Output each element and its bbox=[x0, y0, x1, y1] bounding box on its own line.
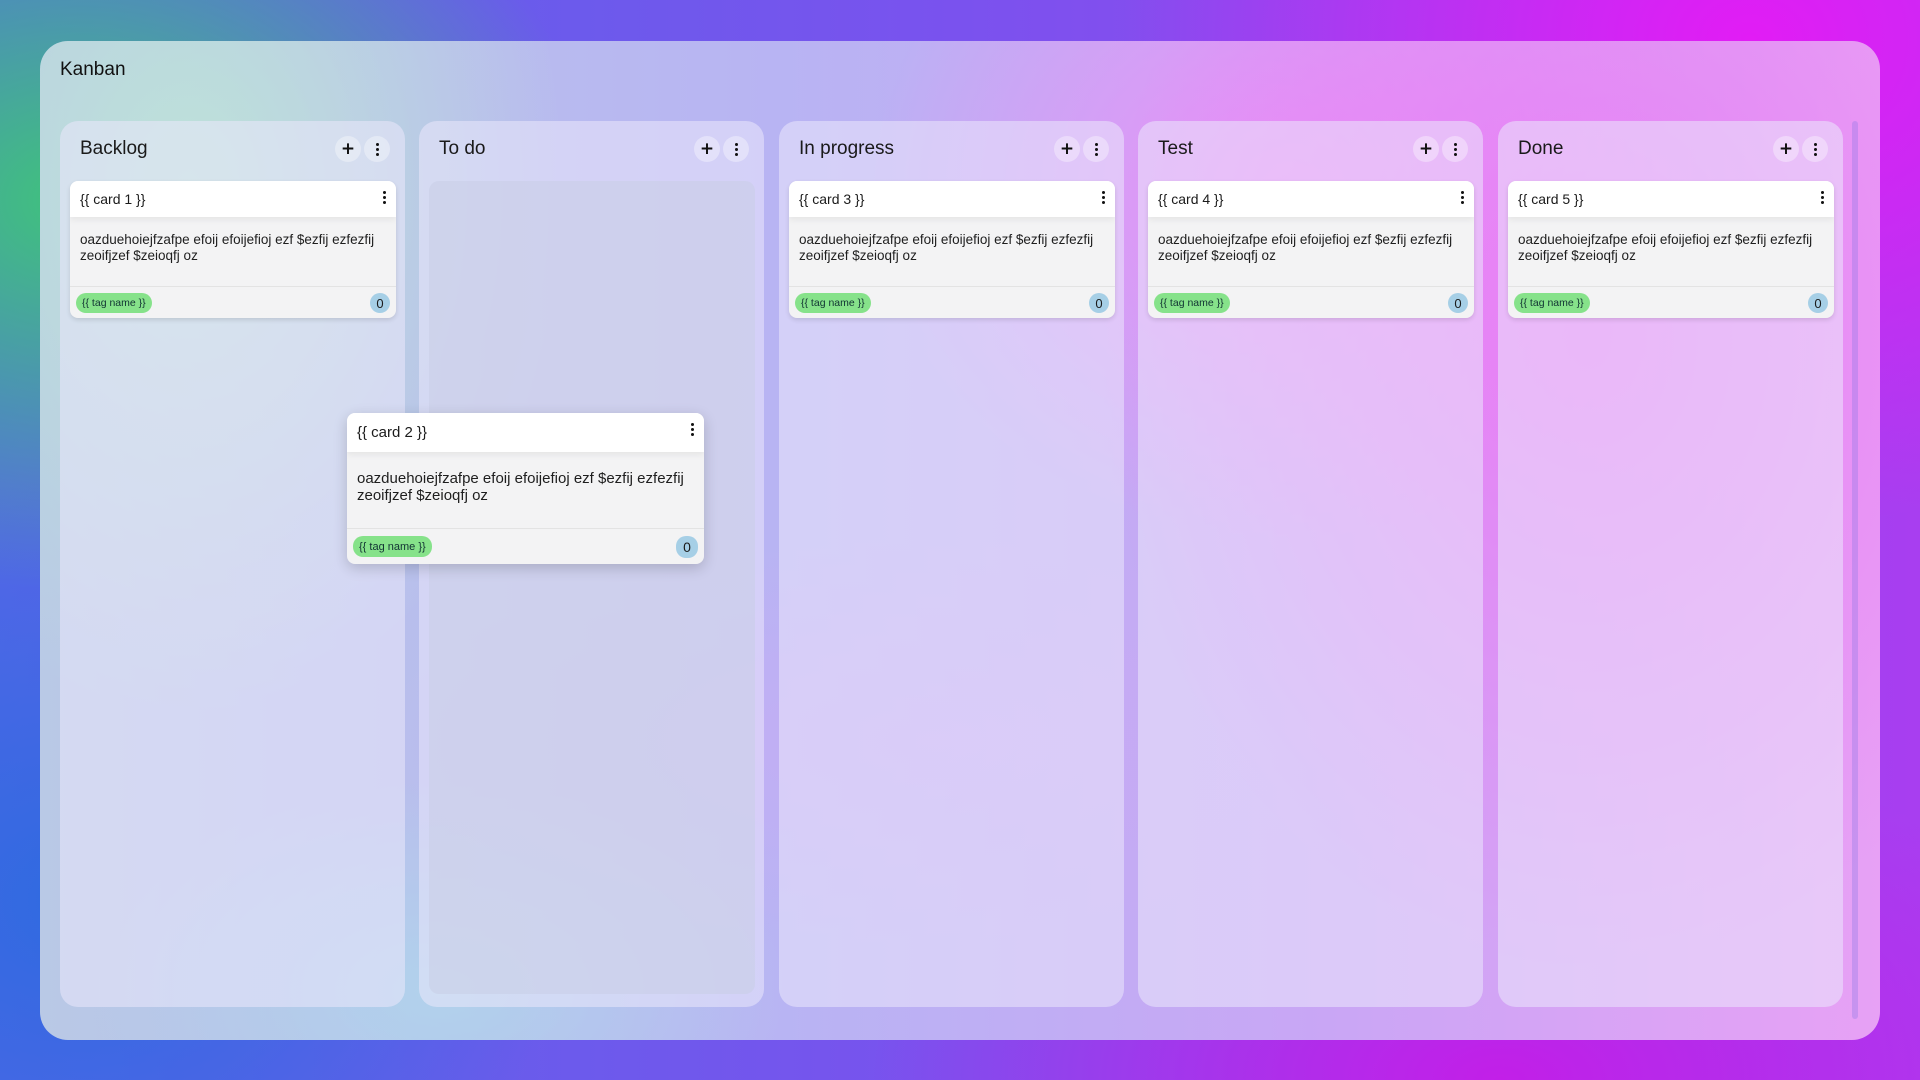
card[interactable]: {{ card 3 }} oazduehoiejfzafpe efoij efo… bbox=[789, 181, 1115, 318]
vertical-dots-icon bbox=[1453, 142, 1457, 156]
column-title: Backlog bbox=[80, 138, 148, 159]
vertical-dots-icon bbox=[375, 142, 379, 156]
plus-icon: + bbox=[1418, 138, 1434, 159]
count-badge: 0 bbox=[1089, 293, 1109, 313]
add-card-button[interactable]: + bbox=[1773, 136, 1799, 162]
count-badge: 0 bbox=[676, 536, 698, 558]
count-badge: 0 bbox=[370, 293, 390, 313]
column-todo: To do + bbox=[419, 121, 764, 1007]
tag-badge[interactable]: {{ tag name }} bbox=[353, 536, 432, 557]
card-title: {{ card 5 }} bbox=[1518, 191, 1584, 207]
card-description: oazduehoiejfzafpe efoij efoijefioj ezf $… bbox=[1508, 217, 1834, 287]
add-card-button[interactable]: + bbox=[694, 136, 720, 162]
board-title: Kanban bbox=[60, 59, 126, 80]
count-badge: 0 bbox=[1448, 293, 1468, 313]
card-menu-button[interactable] bbox=[1102, 191, 1105, 204]
column-menu-button[interactable] bbox=[1442, 136, 1468, 162]
column-menu-button[interactable] bbox=[364, 136, 390, 162]
vertical-dots-icon bbox=[1102, 191, 1105, 204]
vertical-dots-icon bbox=[734, 142, 738, 156]
vertical-dots-icon bbox=[691, 423, 694, 436]
add-card-button[interactable]: + bbox=[1054, 136, 1080, 162]
card-title: {{ card 3 }} bbox=[799, 191, 865, 207]
card-description: oazduehoiejfzafpe efoij efoijefioj ezf $… bbox=[1148, 217, 1474, 287]
card-menu-button[interactable] bbox=[691, 423, 694, 436]
column-menu-button[interactable] bbox=[1802, 136, 1828, 162]
tag-badge[interactable]: {{ tag name }} bbox=[1154, 293, 1230, 313]
column-title: To do bbox=[439, 138, 486, 159]
column-backlog: Backlog + {{ card 1 }} oazduehoiejfzafpe… bbox=[60, 121, 405, 1007]
vertical-dots-icon bbox=[1813, 142, 1817, 156]
horizontal-scrollbar[interactable] bbox=[1852, 121, 1858, 1019]
plus-icon: + bbox=[340, 138, 356, 159]
card[interactable]: {{ card 4 }} oazduehoiejfzafpe efoij efo… bbox=[1148, 181, 1474, 318]
card-description: oazduehoiejfzafpe efoij efoijefioj ezf $… bbox=[70, 217, 396, 287]
vertical-dots-icon bbox=[1461, 191, 1464, 204]
card-description: oazduehoiejfzafpe efoij efoijefioj ezf $… bbox=[789, 217, 1115, 287]
tag-badge[interactable]: {{ tag name }} bbox=[795, 293, 871, 313]
vertical-dots-icon bbox=[383, 191, 386, 204]
card-description: oazduehoiejfzafpe efoij efoijefioj ezf $… bbox=[347, 452, 704, 529]
count-badge: 0 bbox=[1808, 293, 1828, 313]
kanban-board: Kanban Backlog + {{ card 1 }} oazduehoie… bbox=[40, 41, 1880, 1040]
add-card-button[interactable]: + bbox=[1413, 136, 1439, 162]
column-title: In progress bbox=[799, 138, 895, 159]
card-menu-button[interactable] bbox=[1821, 191, 1824, 204]
card-menu-button[interactable] bbox=[383, 191, 386, 204]
card[interactable]: {{ card 5 }} oazduehoiejfzafpe efoij efo… bbox=[1508, 181, 1834, 318]
card[interactable]: {{ card 1 }} oazduehoiejfzafpe efoij efo… bbox=[70, 181, 396, 318]
plus-icon: + bbox=[1778, 138, 1794, 159]
column-menu-button[interactable] bbox=[1083, 136, 1109, 162]
card-title: {{ card 2 }} bbox=[357, 424, 428, 441]
tag-badge[interactable]: {{ tag name }} bbox=[1514, 293, 1590, 313]
plus-icon: + bbox=[1059, 138, 1075, 159]
drop-zone[interactable] bbox=[429, 181, 755, 994]
dragging-card[interactable]: {{ card 2 }} oazduehoiejfzafpe efoij efo… bbox=[347, 413, 704, 564]
add-card-button[interactable]: + bbox=[335, 136, 361, 162]
card-menu-button[interactable] bbox=[1461, 191, 1464, 204]
vertical-dots-icon bbox=[1821, 191, 1824, 204]
vertical-dots-icon bbox=[1094, 142, 1098, 156]
column-title: Done bbox=[1518, 138, 1564, 159]
column-done: Done + {{ card 5 }} oazduehoiejfzafpe ef… bbox=[1498, 121, 1843, 1007]
column-test: Test + {{ card 4 }} oazduehoiejfzafpe ef… bbox=[1138, 121, 1483, 1007]
card-title: {{ card 4 }} bbox=[1158, 191, 1224, 207]
column-in-progress: In progress + {{ card 3 }} oazduehoiejfz… bbox=[779, 121, 1124, 1007]
tag-badge[interactable]: {{ tag name }} bbox=[76, 293, 152, 313]
card-title: {{ card 1 }} bbox=[80, 191, 146, 207]
plus-icon: + bbox=[699, 138, 715, 159]
column-title: Test bbox=[1158, 138, 1193, 159]
column-menu-button[interactable] bbox=[723, 136, 749, 162]
